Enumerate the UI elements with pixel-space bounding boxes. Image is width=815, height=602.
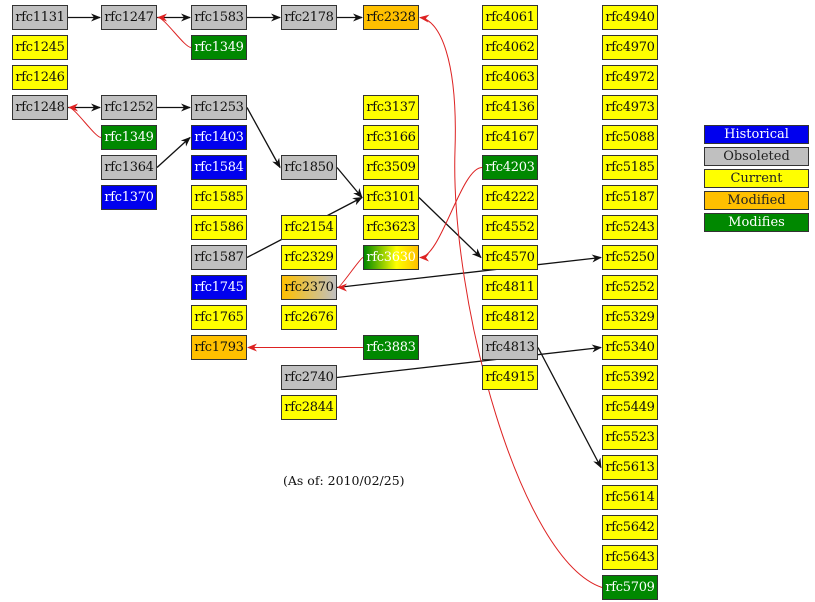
legend-obsoleted: Obsoleted	[704, 147, 809, 166]
node-rfc1745: rfc1745	[191, 275, 247, 300]
node-rfc1793: rfc1793	[191, 335, 247, 360]
as-of-note: (As of: 2010/02/25)	[283, 473, 405, 488]
legend-current: Current	[704, 169, 809, 188]
legend-modifies: Modifies	[704, 213, 809, 232]
edge-rfc3101-rfc4570	[418, 197, 482, 259]
node-rfc3137: rfc3137	[363, 95, 419, 120]
node-rfc1245: rfc1245	[12, 35, 68, 60]
node-rfc2154: rfc2154	[281, 215, 337, 240]
edge-rfc1364-rfc1403	[156, 136, 191, 168]
node-rfc4811: rfc4811	[482, 275, 538, 300]
node-rfc1585: rfc1585	[191, 185, 247, 210]
edge-rfc3630-rfc2370	[337, 257, 364, 292]
legend-modified: Modified	[704, 191, 809, 210]
node-rfc2740: rfc2740	[281, 365, 337, 390]
edge-rfc4813-rfc5613	[537, 347, 602, 469]
edge-rfc1349a-rfc1248	[68, 103, 102, 138]
node-rfc5642: rfc5642	[602, 515, 658, 540]
node-rfc3623: rfc3623	[363, 215, 419, 240]
node-rfc4203: rfc4203	[482, 155, 538, 180]
node-rfc4063: rfc4063	[482, 65, 538, 90]
node-rfc4552: rfc4552	[482, 215, 538, 240]
node-rfc5709: rfc5709	[602, 575, 658, 600]
node-rfc4812: rfc4812	[482, 305, 538, 330]
node-rfc1587: rfc1587	[191, 245, 247, 270]
node-rfc5613: rfc5613	[602, 455, 658, 480]
node-rfc4970: rfc4970	[602, 35, 658, 60]
node-rfc1349b: rfc1349	[191, 35, 247, 60]
node-rfc1850: rfc1850	[281, 155, 337, 180]
node-rfc1248: rfc1248	[12, 95, 68, 120]
edge-rfc1253-rfc1850	[246, 107, 281, 169]
node-rfc4167: rfc4167	[482, 125, 538, 150]
node-rfc5643: rfc5643	[602, 545, 658, 570]
node-rfc5252: rfc5252	[602, 275, 658, 300]
node-rfc1403: rfc1403	[191, 125, 247, 150]
node-rfc3101: rfc3101	[363, 185, 419, 210]
node-rfc4972: rfc4972	[602, 65, 658, 90]
rfc-relationship-diagram: rfc1131 rfc1245 rfc1246 rfc1248 rfc1247 rfc12…	[0, 0, 815, 602]
node-rfc4940: rfc4940	[602, 5, 658, 30]
node-rfc5243: rfc5243	[602, 215, 658, 240]
node-rfc2844: rfc2844	[281, 395, 337, 420]
node-rfc2328: rfc2328	[363, 5, 419, 30]
node-rfc1364: rfc1364	[101, 155, 157, 180]
node-rfc5329: rfc5329	[602, 305, 658, 330]
node-rfc4062: rfc4062	[482, 35, 538, 60]
node-rfc5187: rfc5187	[602, 185, 658, 210]
node-rfc5088: rfc5088	[602, 125, 658, 150]
node-rfc1349a: rfc1349	[101, 125, 157, 150]
node-rfc1252: rfc1252	[101, 95, 157, 120]
node-rfc4813: rfc4813	[482, 335, 538, 360]
node-rfc5523: rfc5523	[602, 425, 658, 450]
node-rfc4570: rfc4570	[482, 245, 538, 270]
node-rfc1584: rfc1584	[191, 155, 247, 180]
node-rfc3166: rfc3166	[363, 125, 419, 150]
node-rfc1131: rfc1131	[12, 5, 68, 30]
edge-rfc1850-rfc3101	[336, 167, 363, 199]
node-rfc1247: rfc1247	[101, 5, 157, 30]
edge-layer	[68, 13, 603, 588]
node-rfc2178: rfc2178	[281, 5, 337, 30]
node-rfc1253: rfc1253	[191, 95, 247, 120]
node-rfc1586: rfc1586	[191, 215, 247, 240]
node-rfc4061: rfc4061	[482, 5, 538, 30]
node-rfc5449: rfc5449	[602, 395, 658, 420]
node-rfc1370: rfc1370	[101, 185, 157, 210]
node-rfc2676: rfc2676	[281, 305, 337, 330]
node-rfc5185: rfc5185	[602, 155, 658, 180]
node-rfc4915: rfc4915	[482, 365, 538, 390]
node-rfc3630: rfc3630	[363, 245, 419, 270]
node-rfc5250: rfc5250	[602, 245, 658, 270]
node-rfc2370: rfc2370	[281, 275, 337, 300]
node-rfc5392: rfc5392	[602, 365, 658, 390]
edge-rfc4203-rfc3630	[419, 167, 483, 262]
node-rfc5340: rfc5340	[602, 335, 658, 360]
node-rfc4973: rfc4973	[602, 95, 658, 120]
node-rfc3509: rfc3509	[363, 155, 419, 180]
node-rfc5614: rfc5614	[602, 485, 658, 510]
node-rfc3883: rfc3883	[363, 335, 419, 360]
node-rfc1583: rfc1583	[191, 5, 247, 30]
node-rfc1765: rfc1765	[191, 305, 247, 330]
node-rfc2329: rfc2329	[281, 245, 337, 270]
node-rfc4136: rfc4136	[482, 95, 538, 120]
edge-rfc1349b-rfc1247	[157, 13, 192, 48]
node-rfc4222: rfc4222	[482, 185, 538, 210]
node-rfc1246: rfc1246	[12, 65, 68, 90]
legend-historical: Historical	[704, 125, 809, 144]
